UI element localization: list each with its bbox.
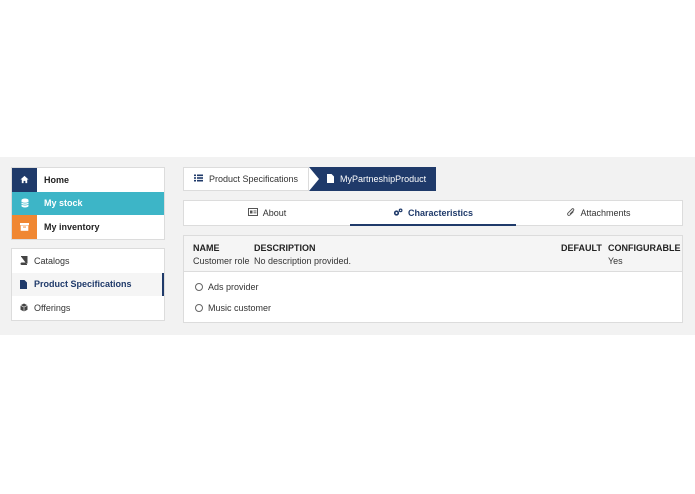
- cogs-icon: [393, 208, 403, 219]
- sub-menu: Catalogs Product Specifications Offering…: [11, 248, 165, 321]
- radio-icon[interactable]: [195, 282, 203, 291]
- characteristic-configurable: Yes: [608, 256, 623, 266]
- tab-bar: About Characteristics Attachments: [183, 200, 683, 226]
- breadcrumb-label: Product Specifications: [209, 174, 299, 184]
- configurable-column: CONFIGURABLE Yes: [608, 236, 681, 266]
- menu-item-home[interactable]: Home: [12, 168, 164, 192]
- breadcrumb-separator: [309, 167, 320, 191]
- default-column: DEFAULT: [561, 236, 602, 253]
- book-icon: [20, 256, 34, 266]
- radio-icon[interactable]: [195, 303, 203, 312]
- cube-icon: [20, 303, 34, 312]
- sub-item-product-specifications[interactable]: Product Specifications: [12, 272, 164, 296]
- characteristic-row[interactable]: NAME Customer role DESCRIPTION No descri…: [184, 236, 682, 272]
- characteristic-options: Ads provider Music customer: [184, 272, 682, 318]
- home-icon: [12, 168, 37, 192]
- file-icon: [20, 279, 34, 289]
- name-header: NAME: [193, 243, 220, 253]
- name-column: NAME Customer role: [193, 236, 250, 266]
- tab-characteristics[interactable]: Characteristics: [350, 201, 516, 226]
- configurable-header: CONFIGURABLE: [608, 243, 681, 253]
- menu-item-label: My stock: [44, 198, 83, 209]
- tab-about[interactable]: About: [184, 201, 350, 225]
- file-icon: [327, 173, 335, 185]
- database-icon: [12, 191, 37, 215]
- description-column: DESCRIPTION No description provided.: [254, 236, 351, 266]
- tab-attachments[interactable]: Attachments: [516, 201, 682, 225]
- option-label: Music customer: [208, 302, 272, 313]
- tab-label: Attachments: [580, 208, 631, 218]
- breadcrumb-label: MyPartneshipProduct: [340, 174, 427, 184]
- tab-label: Characteristics: [407, 208, 474, 218]
- breadcrumb-current: MyPartneshipProduct: [319, 167, 437, 191]
- main-menu: Home My stock My inventory: [11, 167, 165, 240]
- sub-item-label: Product Specifications: [34, 279, 132, 290]
- breadcrumb: Product Specifications MyPartneshipProdu…: [183, 167, 437, 191]
- sub-item-offerings[interactable]: Offerings: [12, 296, 164, 320]
- sub-item-catalogs[interactable]: Catalogs: [12, 249, 164, 273]
- default-header: DEFAULT: [561, 243, 602, 253]
- menu-item-label: My inventory: [44, 221, 100, 232]
- characteristics-panel: NAME Customer role DESCRIPTION No descri…: [183, 235, 683, 323]
- box-icon: [12, 215, 37, 239]
- option-label: Ads provider: [208, 281, 259, 292]
- characteristic-description: No description provided.: [254, 256, 352, 266]
- breadcrumb-product-specifications[interactable]: Product Specifications: [183, 167, 310, 191]
- tab-label: About: [262, 208, 287, 218]
- description-header: DESCRIPTION: [254, 243, 316, 253]
- menu-item-my-inventory[interactable]: My inventory: [12, 215, 164, 239]
- id-card-icon: [247, 208, 258, 218]
- option-music-customer[interactable]: Music customer: [184, 297, 682, 318]
- sub-item-label: Catalogs: [34, 255, 70, 266]
- menu-item-my-stock[interactable]: My stock: [12, 191, 164, 215]
- menu-item-label: Home: [44, 174, 70, 185]
- option-ads-provider[interactable]: Ads provider: [184, 276, 682, 297]
- characteristic-name: Customer role: [193, 256, 250, 266]
- list-icon: [194, 174, 203, 184]
- paperclip-icon: [567, 207, 575, 219]
- sub-item-label: Offerings: [34, 302, 71, 313]
